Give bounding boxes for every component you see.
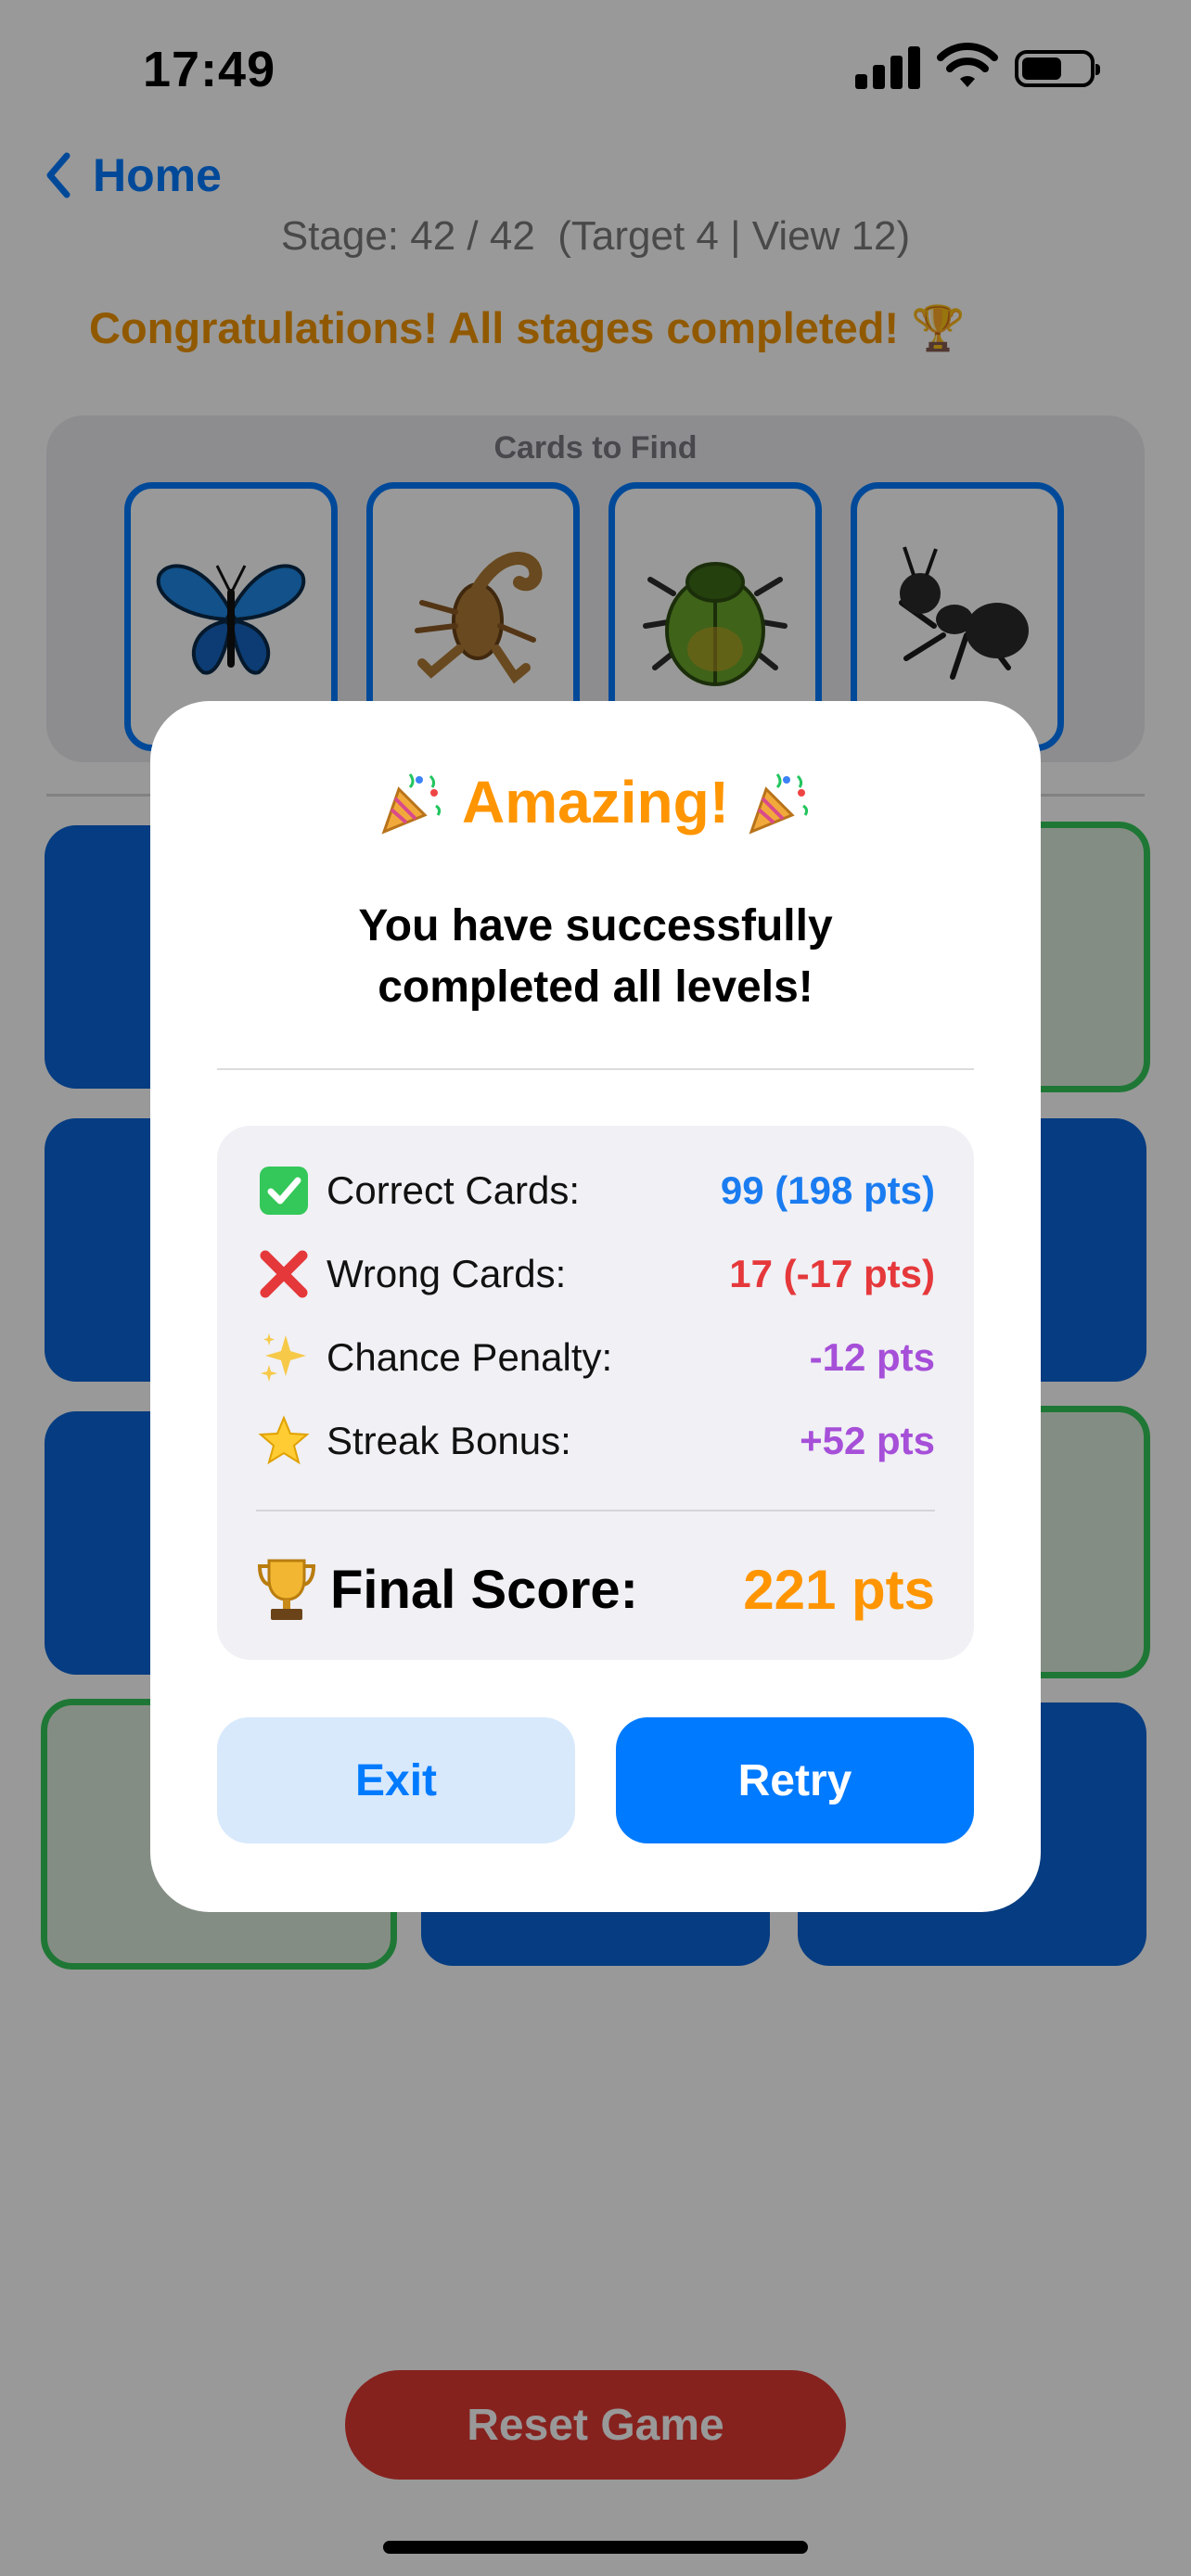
dialog-title: Amazing!	[150, 768, 1041, 836]
dialog-title-text: Amazing!	[462, 769, 729, 835]
final-score-row: Final Score: 221 pts	[256, 1550, 935, 1628]
stat-row-penalty: Chance Penalty: -12 pts	[256, 1325, 935, 1390]
dialog-message: You have successfully completed all leve…	[150, 896, 1041, 1018]
exit-button[interactable]: Exit	[217, 1717, 575, 1843]
score-divider	[256, 1510, 935, 1511]
stat-label: Chance Penalty:	[327, 1335, 613, 1379]
stat-label: Streak Bonus:	[327, 1419, 571, 1462]
trophy-icon	[257, 1559, 316, 1620]
retry-button[interactable]: Retry	[616, 1717, 974, 1843]
dialog-message-line2: completed all levels!	[378, 963, 813, 1012]
cross-mark-icon	[256, 1246, 312, 1302]
stat-row-correct: Correct Cards: 99 (198 pts)	[256, 1158, 935, 1223]
stat-row-streak: Streak Bonus: +52 pts	[256, 1409, 935, 1473]
stat-value: 17 (-17 pts)	[729, 1252, 935, 1295]
party-popper-icon	[749, 773, 809, 835]
star-icon	[256, 1413, 312, 1469]
stat-row-wrong: Wrong Cards: 17 (-17 pts)	[256, 1242, 935, 1307]
stat-label: Wrong Cards:	[327, 1252, 567, 1295]
home-indicator[interactable]	[383, 2541, 808, 2554]
stat-value: +52 pts	[800, 1419, 935, 1462]
sparkles-icon	[256, 1330, 312, 1385]
final-score-value: 221 pts	[743, 1558, 935, 1621]
final-score-label: Final Score:	[330, 1559, 638, 1620]
check-mark-icon	[256, 1163, 312, 1218]
stat-value: -12 pts	[809, 1335, 935, 1379]
dialog-divider	[217, 1068, 974, 1070]
stat-value: 99 (198 pts)	[720, 1168, 935, 1212]
stat-label: Correct Cards:	[327, 1168, 581, 1212]
party-popper-icon	[381, 773, 442, 835]
dialog-message-line1: You have successfully	[358, 901, 833, 950]
